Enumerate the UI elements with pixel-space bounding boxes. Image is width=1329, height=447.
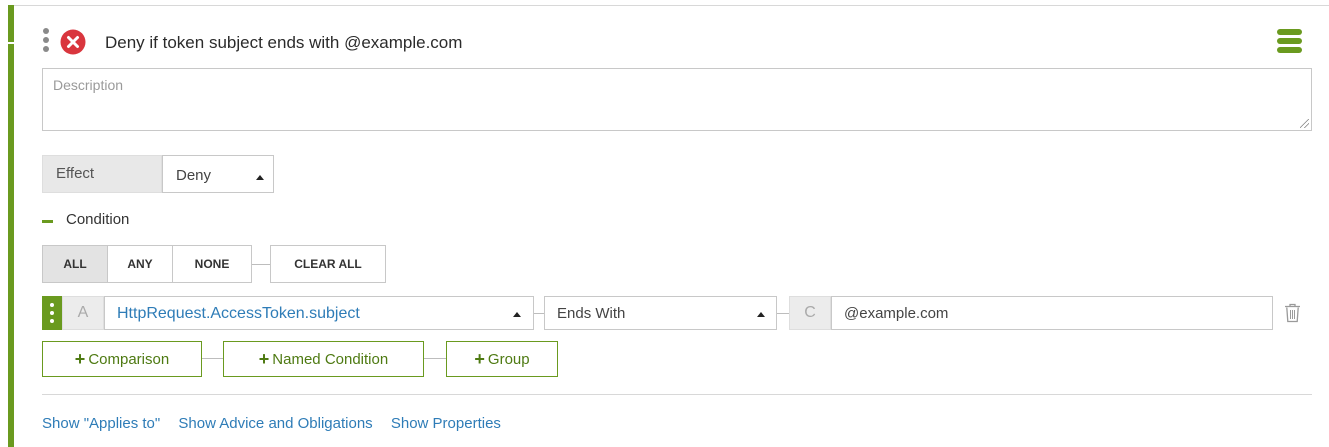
plus-icon: + (258, 349, 270, 369)
connector-line (777, 313, 789, 314)
mode-any-button[interactable]: ANY (107, 245, 173, 283)
operator-value: Ends With (557, 305, 626, 322)
caret-up-icon (757, 312, 765, 317)
x-circle-icon (60, 29, 86, 55)
comparison-value-input[interactable]: @example.com (831, 296, 1273, 330)
show-advice-obligations-link[interactable]: Show Advice and Obligations (178, 415, 372, 432)
description-input[interactable] (43, 69, 1311, 130)
rule-title[interactable]: Deny if token subject ends with @example… (105, 33, 462, 53)
add-comparison-label: Comparison (88, 350, 170, 368)
top-divider (8, 5, 1329, 6)
plus-icon: + (474, 349, 485, 369)
footer-links: Show "Applies to" Show Advice and Obliga… (42, 415, 515, 432)
operator-select[interactable]: Ends With (544, 296, 777, 330)
description-field[interactable] (42, 68, 1312, 131)
show-applies-to-link[interactable]: Show "Applies to" (42, 415, 160, 432)
condition-mode-group: ALL ANY NONE (42, 245, 252, 283)
value-type-badge: C (789, 296, 831, 330)
section-divider (42, 394, 1312, 395)
collapse-minus-icon[interactable] (42, 220, 53, 223)
hamburger-icon[interactable] (1277, 29, 1302, 54)
caret-up-icon (513, 312, 521, 317)
connector-line (534, 313, 544, 314)
attribute-badge: A (62, 296, 104, 330)
show-properties-link[interactable]: Show Properties (391, 415, 501, 432)
comparison-drag-handle[interactable] (42, 296, 62, 330)
caret-up-icon (256, 175, 264, 180)
plus-icon: + (74, 349, 86, 369)
collapse-tick[interactable] (8, 42, 15, 44)
rule-accent-bar (8, 5, 14, 447)
effect-selected-value: Deny (176, 167, 212, 184)
drag-handle-icon[interactable] (43, 28, 51, 56)
connector-line (424, 358, 446, 359)
mode-all-button[interactable]: ALL (42, 245, 108, 283)
add-comparison-button[interactable]: + Comparison (42, 341, 202, 377)
effect-select[interactable]: Deny (162, 155, 274, 193)
add-group-button[interactable]: + Group (446, 341, 558, 377)
trash-icon[interactable] (1284, 303, 1301, 323)
effect-label: Effect (42, 155, 162, 193)
add-group-label: Group (487, 350, 530, 368)
connector-line (202, 358, 223, 359)
mode-none-button[interactable]: NONE (172, 245, 252, 283)
condition-label: Condition (66, 211, 130, 228)
resize-grip-icon[interactable] (1300, 119, 1309, 128)
clear-all-button[interactable]: CLEAR ALL (270, 245, 386, 283)
attribute-value: HttpRequest.AccessToken.subject (117, 305, 360, 322)
add-named-condition-button[interactable]: + Named Condition (223, 341, 424, 377)
add-named-condition-label: Named Condition (272, 350, 389, 368)
connector-line (252, 264, 270, 265)
attribute-select[interactable]: HttpRequest.AccessToken.subject (104, 296, 534, 330)
